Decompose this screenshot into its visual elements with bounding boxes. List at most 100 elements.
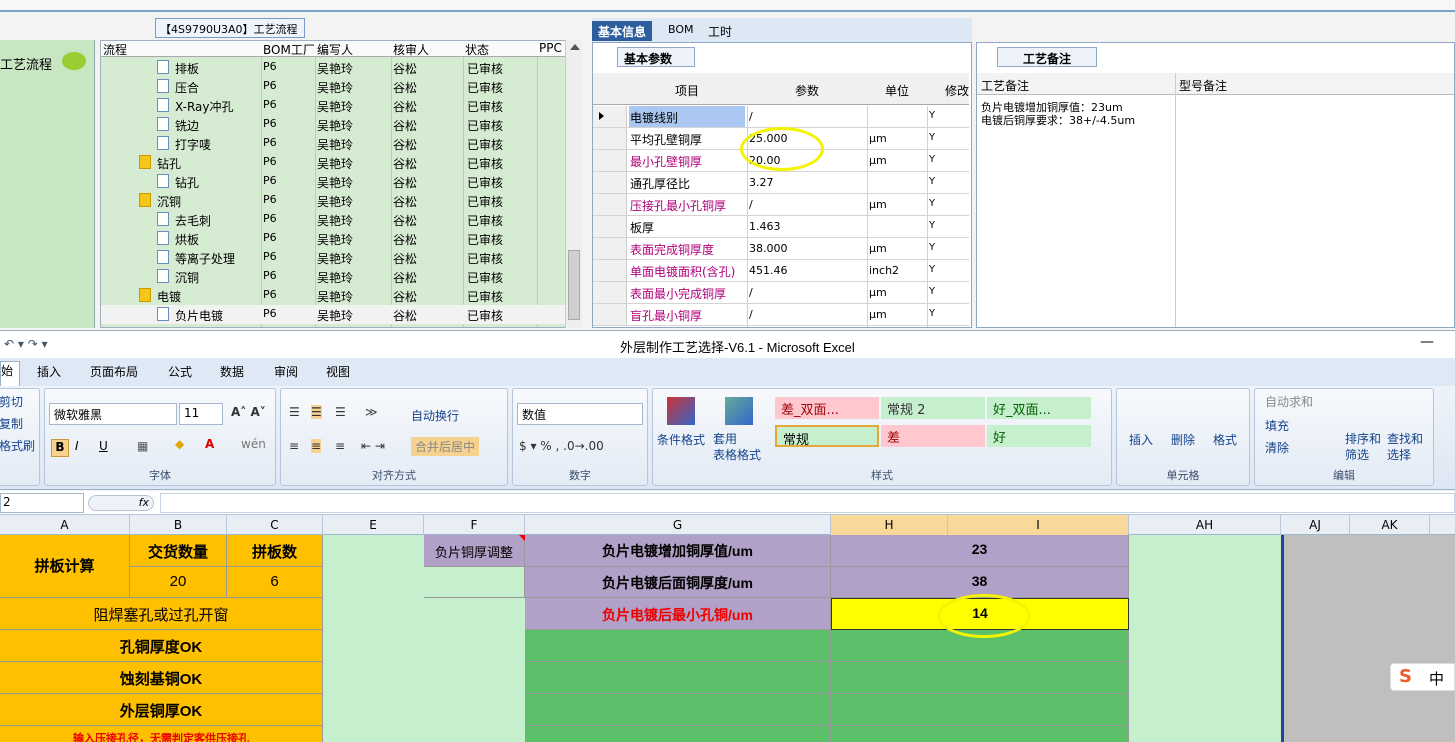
cell-panel-calc[interactable]: 拼板计算 — [0, 535, 130, 598]
align-right-icon[interactable]: ≡ — [335, 439, 345, 453]
cell-panel-count-label[interactable]: 拼板数 — [227, 535, 323, 567]
param-row[interactable]: 盲孔最小铜厚 / μm Y — [593, 304, 969, 326]
align-middle-icon[interactable]: ☰ — [311, 405, 322, 419]
col-header-status[interactable]: 状态 — [463, 41, 537, 57]
col-header-ppc[interactable]: PPC — [537, 41, 567, 57]
col-header[interactable]: C — [227, 515, 323, 535]
sort-filter-button[interactable]: 排序和 筛选 — [1345, 431, 1381, 463]
scroll-up-icon[interactable] — [570, 44, 580, 50]
font-name-select[interactable]: 微软雅黑 — [49, 403, 177, 425]
table-row[interactable]: 沉铜 P6 吴艳玲 谷松 已审核 — [101, 191, 567, 210]
cell-hole-cu-ok[interactable]: 孔铜厚度OK — [0, 630, 323, 662]
memo-col-model[interactable]: 型号备注 — [1179, 77, 1227, 94]
col-header-factory[interactable]: BOM工厂 — [261, 41, 315, 57]
ime-mode[interactable]: 中 — [1429, 668, 1444, 689]
phonetic-icon[interactable]: wén — [241, 437, 266, 451]
table-format-button[interactable]: 套用 表格格式 — [713, 431, 761, 463]
tab-basic-params[interactable]: 基本参数 — [617, 47, 695, 67]
italic-button[interactable]: I — [75, 439, 79, 453]
cell-delivery-qty-label[interactable]: 交货数量 — [130, 535, 227, 567]
cell-min-hole-label[interactable]: 负片电镀后最小孔铜/um — [525, 598, 831, 630]
cell-green[interactable] — [831, 726, 1129, 742]
col-header[interactable]: H — [831, 515, 948, 535]
currency-icon[interactable]: $ ▾ % , .0→.00 — [519, 439, 604, 453]
process-grid-scrollbar[interactable] — [565, 40, 582, 328]
process-tree-label[interactable]: 工艺流程 — [0, 54, 52, 73]
table-row[interactable]: 去毛刺 P6 吴艳玲 谷松 已审核 — [101, 210, 567, 229]
cell-press-fit-hint[interactable]: 输入压接孔径，无需判定客供压接孔 — [0, 726, 323, 742]
param-row[interactable]: 通孔厚径比 3.27 Y — [593, 172, 969, 194]
style-bad[interactable]: 差 — [881, 425, 985, 447]
cond-format-icon[interactable] — [667, 397, 695, 425]
tab-work-hours[interactable]: 工时 — [702, 21, 738, 41]
scroll-thumb[interactable] — [568, 250, 580, 320]
cell-solder-mask[interactable]: 阻焊塞孔或过孔开窗 — [0, 598, 323, 630]
cond-format-button[interactable]: 条件格式 — [657, 431, 705, 448]
tab-6[interactable]: 视图 — [326, 363, 350, 380]
param-row[interactable]: 板厚 1.463 Y — [593, 216, 969, 238]
table-row[interactable]: 钻孔 P6 吴艳玲 谷松 已审核 — [101, 153, 567, 172]
cell-green[interactable] — [831, 694, 1129, 726]
align-center-icon[interactable]: ≡ — [311, 439, 322, 453]
cell-delivery-qty[interactable]: 20 — [130, 567, 227, 598]
table-row[interactable]: 沉铜 P6 吴艳玲 谷松 已审核 — [101, 267, 567, 286]
cell-green[interactable] — [525, 726, 831, 742]
param-row[interactable]: 平均孔壁铜厚 25.000 μm Y — [593, 128, 969, 150]
param-col-value[interactable]: 参数 — [795, 82, 819, 99]
ime-toolbar[interactable]: S 中 — [1390, 663, 1455, 691]
tab-5[interactable]: 审阅 — [274, 363, 298, 380]
find-select-button[interactable]: 查找和 选择 — [1387, 431, 1423, 463]
font-size-select[interactable]: 11 — [179, 403, 223, 425]
align-left-icon[interactable]: ≡ — [289, 439, 299, 453]
indent-icon[interactable]: ⇤ ⇥ — [361, 439, 385, 453]
copy-button[interactable]: 复制 — [0, 415, 23, 432]
cell-green[interactable] — [831, 630, 1129, 662]
col-header[interactable]: I — [948, 515, 1129, 535]
style-good[interactable]: 好 — [987, 425, 1091, 447]
table-row[interactable]: 等离子处理 P6 吴艳玲 谷松 已审核 — [101, 248, 567, 267]
param-col-modify[interactable]: 修改 — [945, 82, 969, 99]
cell-adjust-value[interactable] — [424, 567, 525, 598]
cell-surface-cu-value[interactable]: 38 — [831, 567, 1129, 598]
tab-process-memo[interactable]: 工艺备注 — [997, 47, 1097, 67]
table-row[interactable]: 钻孔 P6 吴艳玲 谷松 已审核 — [101, 172, 567, 191]
style-bad-double[interactable]: 差_双面... — [775, 397, 879, 419]
tab-3[interactable]: 公式 — [168, 363, 192, 380]
table-row[interactable]: 铣边 P6 吴艳玲 谷松 已审核 — [101, 115, 567, 134]
memo-col-process[interactable]: 工艺备注 — [981, 77, 1029, 94]
tab-2[interactable]: 页面布局 — [90, 363, 138, 380]
param-row[interactable]: 表面完成铜厚度 38.000 μm Y — [593, 238, 969, 260]
style-good-double[interactable]: 好_双面... — [987, 397, 1091, 419]
fx-icon[interactable]: fx — [88, 495, 154, 511]
cell-outer-cu-ok[interactable]: 外层铜厚OK — [0, 694, 323, 726]
table-row[interactable]: 压合 P6 吴艳玲 谷松 已审核 — [101, 77, 567, 96]
table-row[interactable]: 负片电镀 P6 吴艳玲 谷松 已审核 — [101, 305, 567, 324]
table-row[interactable]: 烘板 P6 吴艳玲 谷松 已审核 — [101, 229, 567, 248]
cell-green[interactable] — [525, 630, 831, 662]
style-normal[interactable]: 常规 — [775, 425, 879, 447]
autosum-button[interactable]: 自动求和 — [1265, 393, 1313, 410]
align-top-icon[interactable]: ☰ — [289, 405, 300, 419]
param-row[interactable]: 单面电镀面积(含孔) 451.46 inch2 Y — [593, 260, 969, 282]
cell-min-hole-value[interactable]: 14 — [831, 598, 1129, 630]
chat-bubble-icon[interactable] — [62, 52, 86, 70]
minimize-icon[interactable]: — — [1420, 334, 1434, 350]
col-header-process[interactable]: 流程 — [101, 41, 261, 57]
tab-0[interactable]: 始 — [0, 361, 21, 386]
cell-etch-base-ok[interactable]: 蚀刻基铜OK — [0, 662, 323, 694]
wrap-text-button[interactable]: 自动换行 — [411, 407, 459, 424]
merge-center-button[interactable]: 合并后居中 — [411, 437, 480, 456]
cell-surface-cu-label[interactable]: 负片电镀后面铜厚度/um — [525, 567, 831, 598]
font-color-icon[interactable]: A — [205, 437, 214, 451]
style-normal-2[interactable]: 常规 2 — [881, 397, 985, 419]
param-col-unit[interactable]: 单位 — [885, 82, 909, 99]
bold-button[interactable]: B — [51, 439, 69, 457]
param-row[interactable]: 表面最小完成铜厚 / μm Y — [593, 282, 969, 304]
table-row[interactable]: 打字唛 P6 吴艳玲 谷松 已审核 — [101, 134, 567, 153]
table-row[interactable]: 电镀 P6 吴艳玲 谷松 已审核 — [101, 286, 567, 305]
orientation-icon[interactable]: ≫ — [365, 405, 378, 419]
param-row[interactable]: 最小孔壁铜厚 20.00 μm Y — [593, 150, 969, 172]
cut-button[interactable]: 剪切 — [0, 393, 23, 410]
param-row[interactable]: 压接孔最小孔铜厚 / μm Y — [593, 194, 969, 216]
col-header[interactable]: A — [0, 515, 130, 535]
